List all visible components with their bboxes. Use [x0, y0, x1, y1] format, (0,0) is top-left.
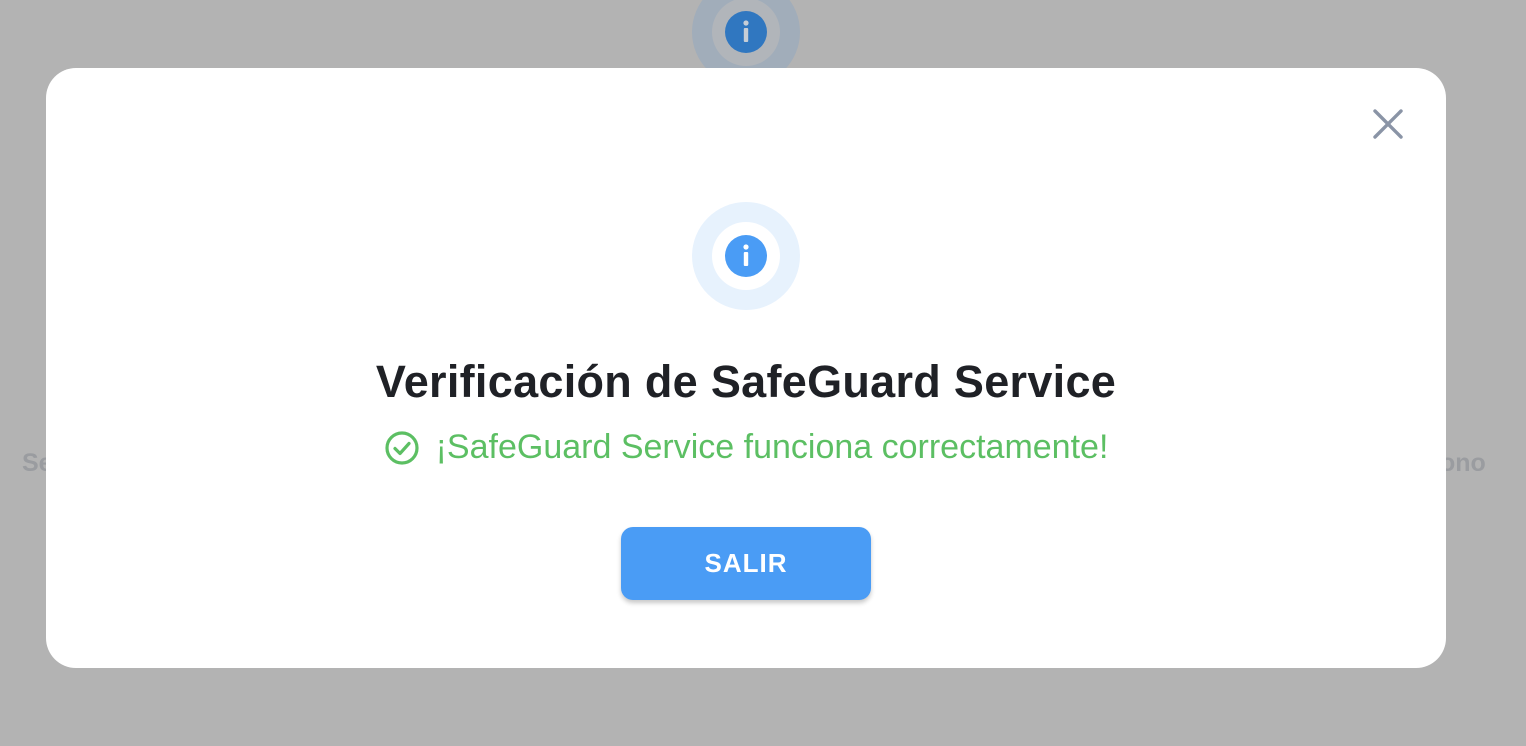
- close-icon: [1373, 109, 1403, 139]
- status-text: ¡SafeGuard Service funciona correctament…: [435, 428, 1109, 466]
- status-message: ¡SafeGuard Service funciona correctament…: [46, 428, 1446, 467]
- background-text-right: ono: [1440, 449, 1486, 477]
- info-icon-ring: [692, 202, 800, 310]
- background-info-icon: [725, 11, 767, 53]
- modal-title: Verificación de SafeGuard Service: [375, 356, 1117, 407]
- check-circle-icon: [385, 430, 419, 465]
- info-icon: [725, 235, 767, 277]
- close-button[interactable]: [1368, 104, 1408, 144]
- verification-modal: Verificación de SafeGuard Service ¡SafeG…: [46, 68, 1446, 668]
- exit-button[interactable]: SALIR: [621, 527, 871, 600]
